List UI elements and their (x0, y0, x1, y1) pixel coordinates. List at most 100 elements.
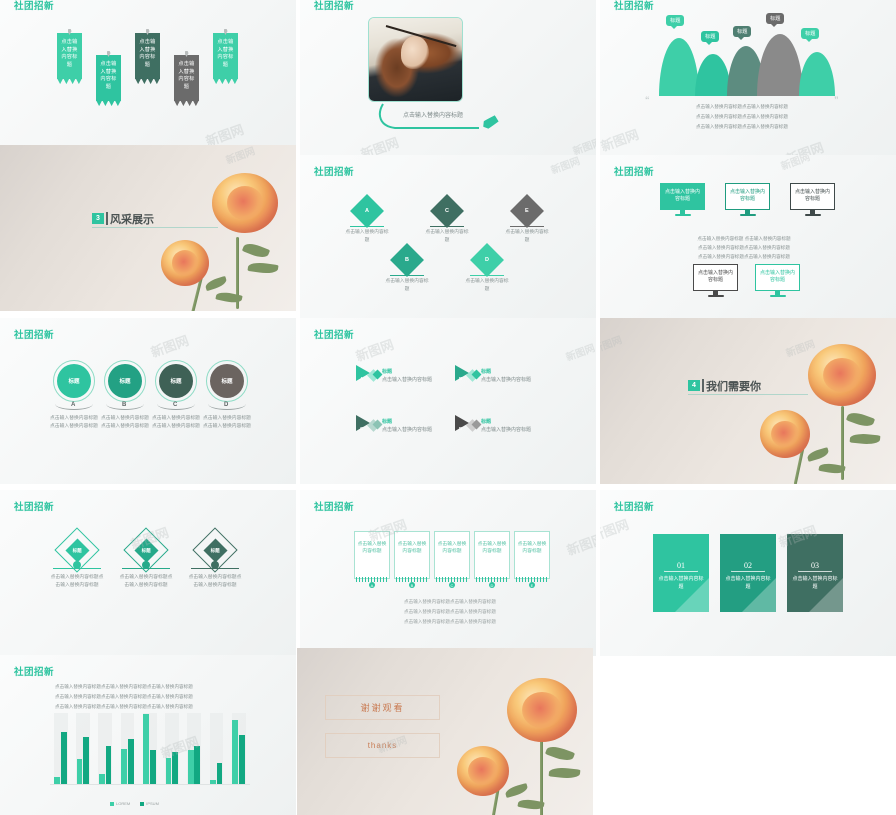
pin-icon (67, 29, 72, 35)
diamond-letter: D (485, 256, 489, 263)
section-rule (688, 394, 808, 395)
comb-dot-e: E (529, 582, 535, 588)
balloon-letter-b: B (122, 402, 127, 408)
thanks-cn-label: 谢谢观看 (360, 703, 405, 713)
banner-5[interactable]: 点击输入替换内容标题 (213, 29, 238, 80)
watermark: 新图网 (353, 336, 396, 365)
number-card-3[interactable]: 03 点击输入替换内容标题 (787, 534, 843, 612)
section-rule (92, 227, 218, 228)
chart-bar (187, 750, 194, 785)
slide-thumbnail-13[interactable]: 社团招新 点击输入替换内容标题点击输入替换内容标题点击输入替换内容标题 点击输入… (0, 655, 296, 815)
thanks-en-box: thanks (325, 733, 440, 758)
pin-icon (145, 29, 150, 35)
comb-card-d[interactable]: 点击输入替换内容标题 (474, 531, 510, 579)
chart-bar (127, 739, 134, 785)
bubble-label: 标题 (705, 34, 716, 40)
paragraph-line-1: 点击输入替换内容标题点击输入替换内容标题 (404, 599, 496, 604)
diamond-caption-3: 点击输入替换内容标题点击输入替换内容标题 (188, 575, 242, 589)
number-card-2[interactable]: 02 点击输入替换内容标题 (720, 534, 776, 612)
comb-card-b[interactable]: 点击输入替换内容标题 (394, 531, 430, 579)
diamond-label: 标题 (211, 547, 220, 553)
balloon-b[interactable]: 标题 (108, 364, 142, 398)
monitor-3[interactable]: 点击输入替换内容标题 (790, 183, 835, 217)
balloon-a[interactable]: 标题 (57, 364, 91, 398)
hand-shape (400, 36, 429, 70)
chart-legend-item: IPSUM (140, 801, 159, 806)
comb-dot-b: B (409, 582, 415, 588)
watermark: 新图网 (779, 155, 812, 173)
number-card-1[interactable]: 01 点击输入替换内容标题 (653, 534, 709, 612)
section-bar (106, 212, 108, 225)
comb-dot-c: C (449, 582, 455, 588)
watermark: 新图网 (148, 332, 191, 361)
slide-title: 社团招新 (14, 1, 55, 12)
slide-thumbnail-2[interactable]: 社团招新 点击输入替换内容标题 新图网 新图网 (300, 0, 596, 166)
mountain-5 (799, 52, 835, 96)
diamond-letter: E (525, 207, 529, 214)
banner-1[interactable]: 点击输入替换内容标题 (57, 29, 82, 80)
diamond-caption-d: 点击输入替换内容标题 (465, 279, 509, 293)
banner-label: 点击输入替换内容标题 (100, 61, 117, 90)
monitor-label: 点击输入替换内容标题 (693, 264, 738, 291)
comb-card-label: 点击输入替换内容标题 (397, 542, 427, 555)
comb-card-label: 点击输入替换内容标题 (477, 542, 507, 555)
balloon-label: 标题 (221, 379, 233, 385)
diamond-letter: C (445, 207, 449, 214)
comb-card-a[interactable]: 点击输入替换内容标题 (354, 531, 390, 579)
chart-legend-label: IPSUM (146, 801, 159, 806)
comb-card-label: 点击输入替换内容标题 (437, 542, 467, 555)
chart-bar (194, 745, 201, 785)
comb-card-c[interactable]: 点击输入替换内容标题 (434, 531, 470, 579)
slide-title: 社团招新 (14, 502, 55, 513)
slide-thumbnail-3[interactable]: 社团招新 标题 标题 标题 标题 标题 “ ” 点击输入替换内容标题点击输入替换… (600, 0, 896, 166)
item-text-c: 点击输入替换内容标题 (382, 427, 433, 433)
diamond-rule-a (350, 226, 384, 227)
rose-bloom-2 (760, 410, 810, 458)
chart-bar (216, 763, 223, 785)
slide-thumbnail-4[interactable]: 3 风采展示 新图网 (0, 145, 296, 311)
chart-legend: LOREM IPSUM (110, 801, 169, 806)
bubble-5[interactable]: 标题 (801, 28, 820, 42)
slide-thumbnail-grid: 社团招新 点击输入替换内容标题 点击输入替换内容标题 点击输入替换内容标题 点击… (0, 0, 896, 815)
comb-card-e[interactable]: 点击输入替换内容标题 (514, 531, 550, 579)
paragraph-line-2: 点击输入替换内容标题点击输入替换内容标题 (698, 245, 790, 250)
bubble-4[interactable]: 标题 (766, 13, 785, 27)
quote-close: ” (834, 95, 839, 105)
monitor-label: 点击输入替换内容标题 (790, 183, 835, 210)
slide-thumbnail-9[interactable]: 4 我们需要你 新图网 新图网 (600, 318, 896, 484)
monitor-base (674, 214, 691, 216)
quote-open: “ (645, 95, 650, 105)
balloon-d[interactable]: 标题 (210, 364, 244, 398)
photo-caption: 点击输入替换内容标题 (403, 113, 464, 119)
monitor-2[interactable]: 点击输入替换内容标题 (725, 183, 770, 217)
diamond-letter: A (365, 207, 369, 214)
bubble-2[interactable]: 标题 (701, 31, 720, 45)
balloon-c[interactable]: 标题 (159, 364, 193, 398)
item-text-a: 点击输入替换内容标题 (382, 377, 433, 383)
slide-thumbnail-10[interactable]: 社团招新 标题 点击输入替换内容标题点击输入替换内容标题 标题 点击输入替换内容… (0, 490, 296, 656)
slide-thumbnail-7[interactable]: 社团招新 标题 A 点击输入替换内容标题点击输入替换内容标题 标题 B 点击输入… (0, 318, 296, 484)
slide-title: 社团招新 (614, 502, 655, 513)
slide-thumbnail-8[interactable]: 社团招新 A 标题 点击输入替换内容标题 B 标题 点击输入替换内容标题 C 标… (300, 318, 596, 484)
bubble-3[interactable]: 标题 (733, 26, 752, 40)
slide-thumbnail-5[interactable]: 社团招新 A 点击输入替换内容标题 B 点击输入替换内容标题 C 点击输入替换内… (300, 155, 596, 321)
diamond-caption-e: 点击输入替换内容标题 (505, 230, 549, 244)
rose-bloom-1 (212, 173, 278, 233)
slide-thumbnail-11[interactable]: 社团招新 点击输入替换内容标题 A 点击输入替换内容标题 B 点击输入替换内容标… (300, 490, 596, 656)
banner-3[interactable]: 点击输入替换内容标题 (135, 29, 160, 80)
slide-thumbnail-14[interactable]: 谢谢观看 thanks 新图网 (297, 648, 593, 815)
monitor-4[interactable]: 点击输入替换内容标题 (693, 264, 738, 298)
paragraph-line-3: 点击输入替换内容标题点击输入替换内容标题 (698, 254, 790, 259)
slide-thumbnail-12[interactable]: 社团招新 01 点击输入替换内容标题 02 点击输入替换内容标题 03 点击输入… (600, 490, 896, 656)
paragraph-line-3: 点击输入替换内容标题点击输入替换内容标题点击输入替换内容标题 (55, 704, 193, 709)
banner-2[interactable]: 点击输入替换内容标题 (96, 51, 121, 102)
paragraph-line-3: 点击输入替换内容标题点击输入替换内容标题 (404, 619, 496, 624)
monitor-1[interactable]: 点击输入替换内容标题 (660, 183, 705, 217)
slide-thumbnail-6[interactable]: 社团招新 点击输入替换内容标题 点击输入替换内容标题 点击输入替换内容标题 点击… (600, 155, 896, 321)
bubble-1[interactable]: 标题 (666, 15, 685, 29)
slide-title: 社团招新 (14, 330, 55, 341)
slide-thumbnail-1[interactable]: 社团招新 点击输入替换内容标题 点击输入替换内容标题 点击输入替换内容标题 点击… (0, 0, 296, 166)
banner-4[interactable]: 点击输入替换内容标题 (174, 51, 199, 102)
monitor-5[interactable]: 点击输入替换内容标题 (755, 264, 800, 298)
pin-icon (223, 29, 228, 35)
